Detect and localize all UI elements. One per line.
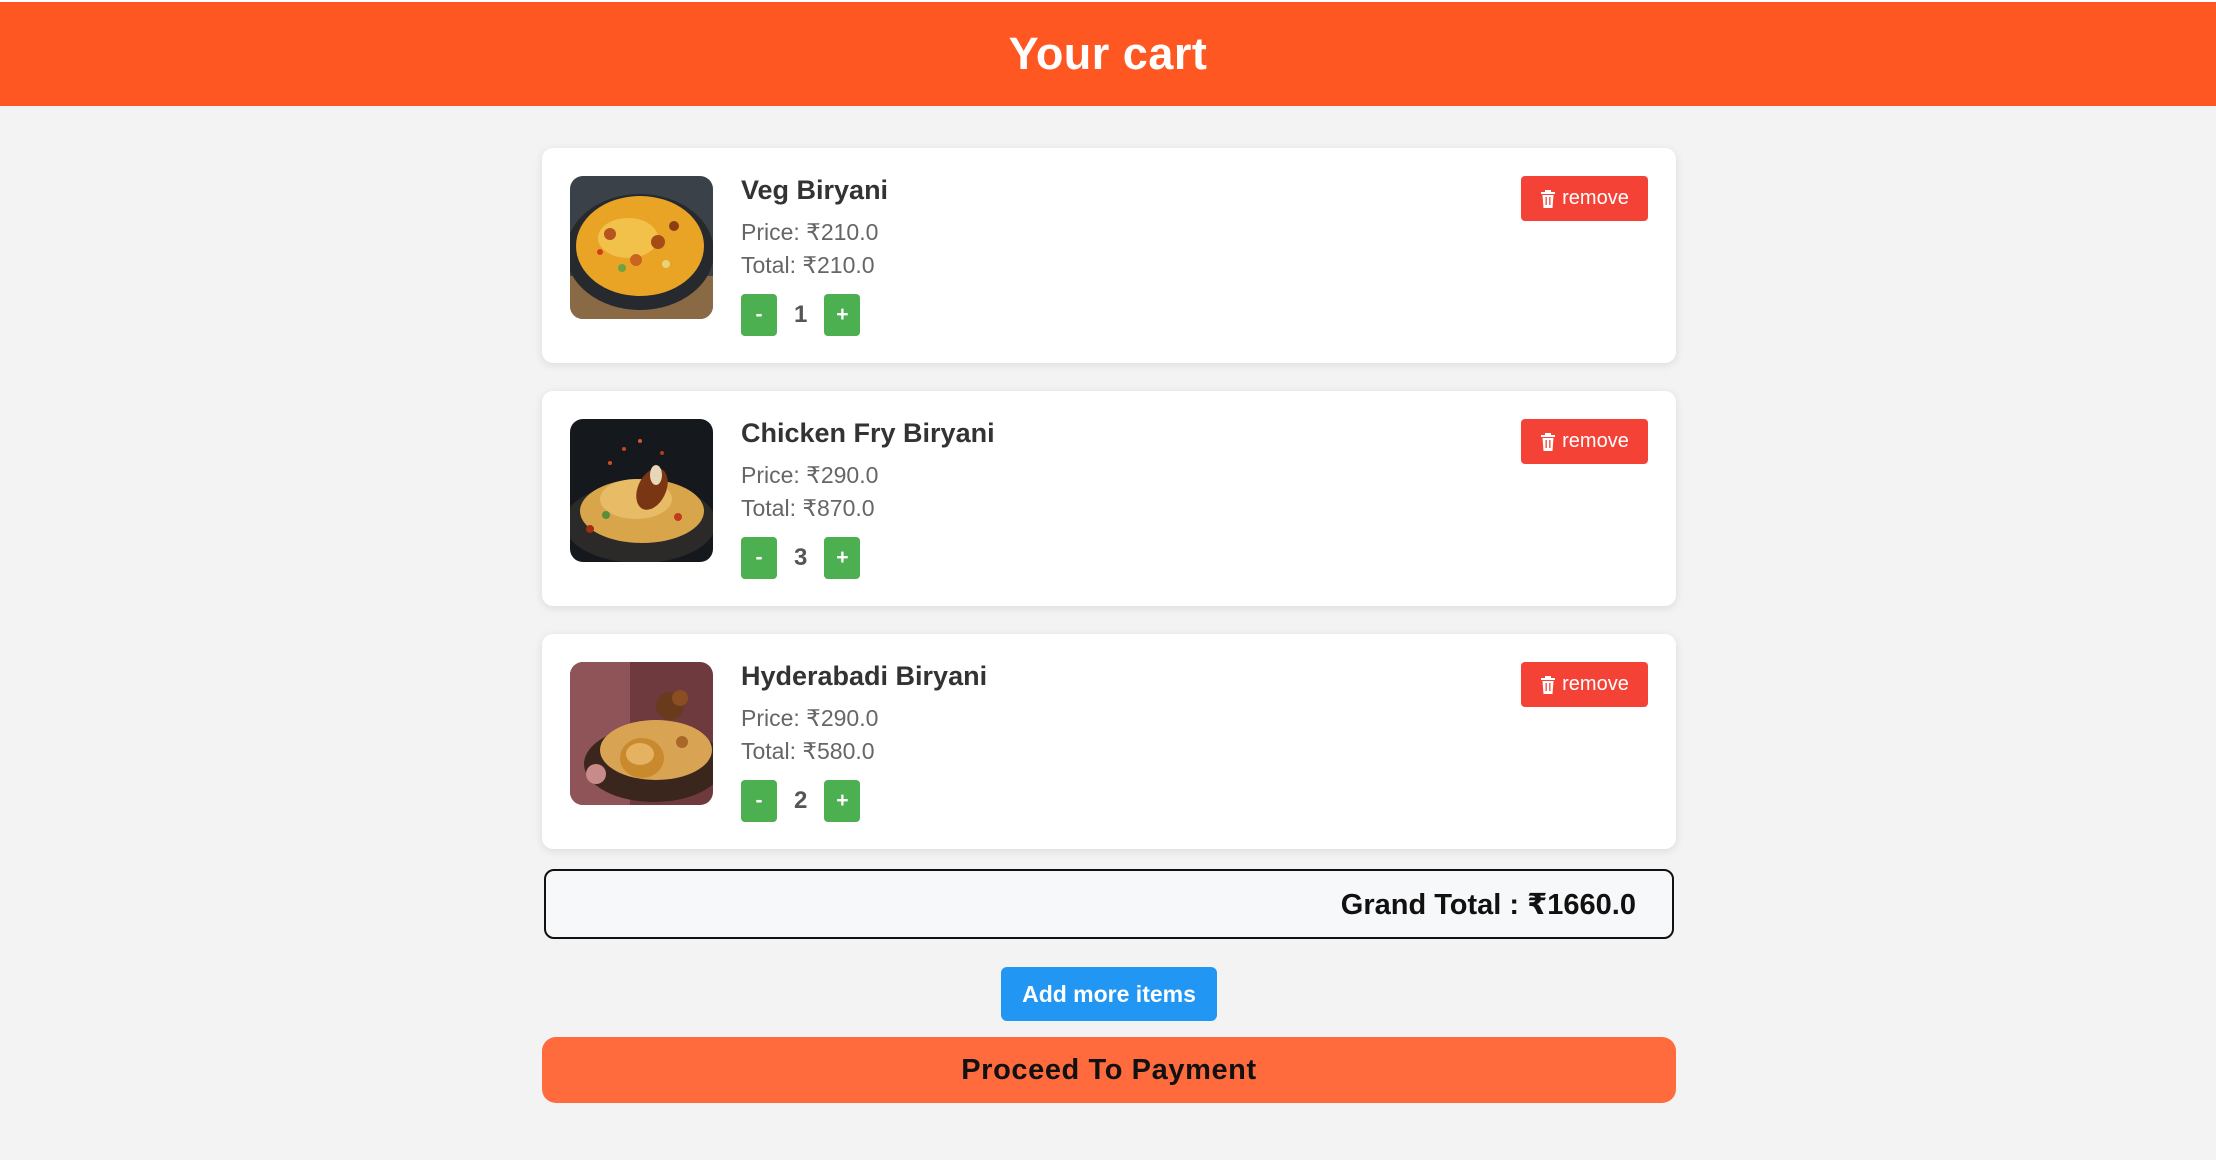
decrement-button[interactable]: - [741, 294, 777, 336]
quantity-value: 1 [794, 301, 808, 328]
item-total: Total: ₹580.0 [741, 738, 875, 764]
trash-icon [1540, 189, 1556, 208]
item-name: Hyderabadi Biryani [741, 661, 988, 691]
increment-button[interactable]: + [824, 537, 861, 579]
remove-button[interactable]: remove [1521, 419, 1648, 464]
remove-button[interactable]: remove [1521, 662, 1648, 707]
increment-button[interactable]: + [824, 294, 861, 336]
quantity-stepper: - 3 + [741, 537, 995, 579]
cart-container: Veg Biryani Price: ₹210.0 Total: ₹210.0 … [542, 148, 1676, 1103]
page-header: Your cart [0, 2, 2216, 106]
add-more-items-button[interactable]: Add more items [1001, 967, 1217, 1021]
remove-label: remove [1562, 187, 1629, 209]
item-price: Price: ₹290.0 [741, 462, 879, 488]
trash-icon [1540, 675, 1556, 694]
hyderabadi-biryani-image [570, 662, 713, 805]
quantity-value: 3 [794, 544, 808, 571]
item-total: Total: ₹870.0 [741, 495, 875, 521]
veg-biryani-image [570, 176, 713, 319]
item-total: Total: ₹210.0 [741, 252, 875, 278]
item-name: Chicken Fry Biryani [741, 418, 995, 448]
item-price: Price: ₹290.0 [741, 705, 879, 731]
item-price: Price: ₹210.0 [741, 219, 879, 245]
increment-button[interactable]: + [824, 780, 861, 822]
remove-label: remove [1562, 673, 1629, 695]
remove-button[interactable]: remove [1521, 176, 1648, 221]
remove-label: remove [1562, 430, 1629, 452]
quantity-stepper: - 2 + [741, 780, 987, 822]
decrement-button[interactable]: - [741, 780, 777, 822]
page-title: Your cart [1008, 28, 1208, 79]
item-name: Veg Biryani [741, 175, 889, 205]
cart-item: Chicken Fry Biryani Price: ₹290.0 Total:… [542, 391, 1676, 606]
decrement-button[interactable]: - [741, 537, 777, 579]
quantity-stepper: - 1 + [741, 294, 888, 336]
trash-icon [1540, 432, 1556, 451]
chicken-fry-biryani-image [570, 419, 713, 562]
quantity-value: 2 [794, 787, 808, 814]
cart-item: Hyderabadi Biryani Price: ₹290.0 Total: … [542, 634, 1676, 849]
grand-total: Grand Total : ₹1660.0 [544, 869, 1674, 939]
cart-item: Veg Biryani Price: ₹210.0 Total: ₹210.0 … [542, 148, 1676, 363]
proceed-to-payment-button[interactable]: Proceed To Payment [542, 1037, 1676, 1103]
